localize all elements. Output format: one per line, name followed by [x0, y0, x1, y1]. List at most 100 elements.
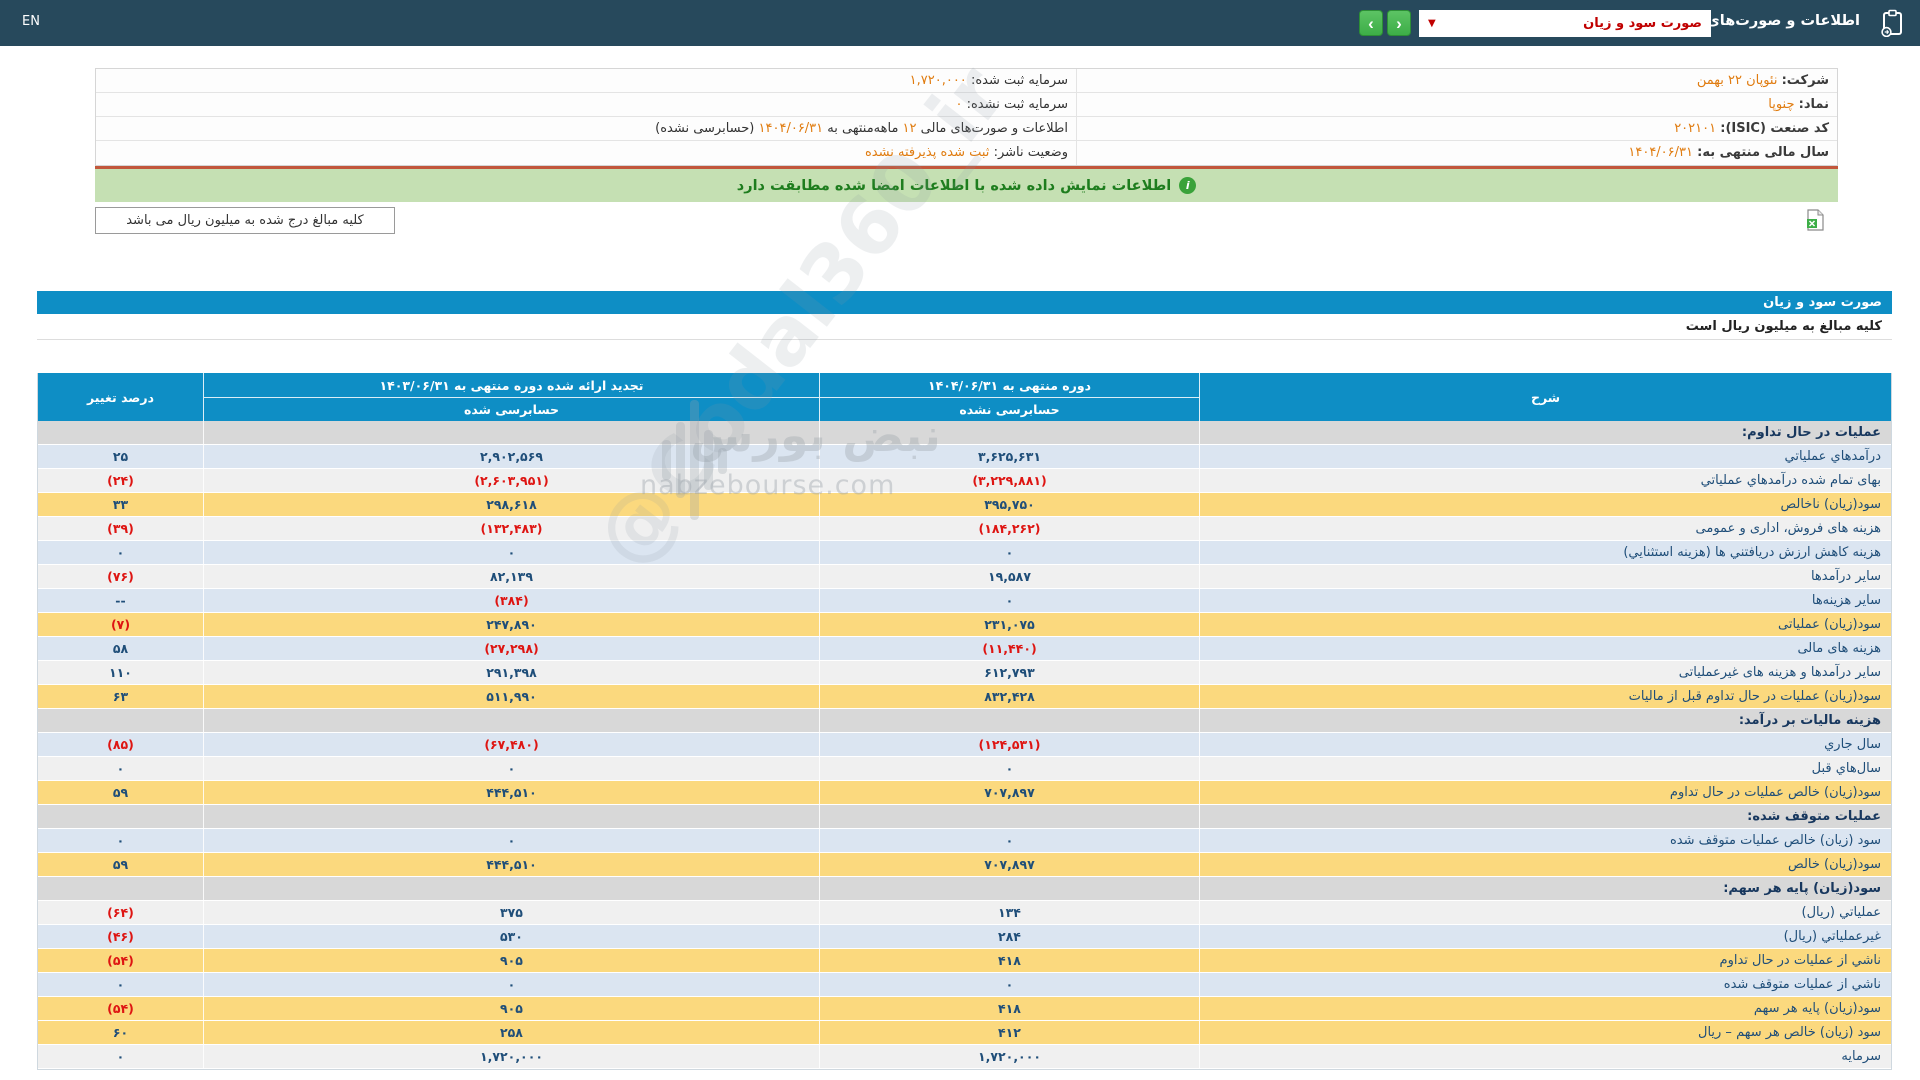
- table-row: عملیاتي (ریال)۱۳۴۳۷۵(۶۴): [38, 901, 1891, 925]
- cell-prior-period-value: ۸۲,۱۳۹: [203, 565, 819, 588]
- table-row: سود(زیان) خالص۷۰۷,۸۹۷۴۴۴,۵۱۰۵۹: [38, 853, 1891, 877]
- info-icon: i: [1179, 177, 1196, 194]
- fiscal-year-row: سال مالی منتهی به: ۱۴۰۴/۰۶/۳۱: [1076, 141, 1837, 165]
- cell-prior-period-value: [203, 421, 819, 444]
- cell-prior-period-value: ۴۴۴,۵۱۰: [203, 781, 819, 804]
- cell-current-period-value: ۰: [819, 541, 1199, 564]
- table-row: ناشي از عملیات در حال تداوم۴۱۸۹۰۵(۵۴): [38, 949, 1891, 973]
- header-description: شرح: [1199, 373, 1891, 421]
- export-excel-icon[interactable]: [1806, 209, 1824, 235]
- cell-description: سایر هزینه‌ها: [1199, 589, 1891, 612]
- cell-current-period-value: [819, 877, 1199, 900]
- table-header: شرح دوره منتهی به ۱۴۰۴/۰۶/۳۱ حسابرسی نشد…: [38, 373, 1891, 421]
- previous-statement-button[interactable]: ‹: [1387, 10, 1411, 36]
- cell-percent-change: ۶۰: [38, 1021, 203, 1044]
- cell-description: عملیاتي (ریال): [1199, 901, 1891, 924]
- table-row: سود(زیان) ناخالص۳۹۵,۷۵۰۲۹۸,۶۱۸۳۳: [38, 493, 1891, 517]
- cell-current-period-value: ۰: [819, 589, 1199, 612]
- cell-percent-change: (۳۹): [38, 517, 203, 540]
- cell-current-period-value: ۱۹,۵۸۷: [819, 565, 1199, 588]
- cell-percent-change: ۵۹: [38, 853, 203, 876]
- statement-period-label: اطلاعات و صورت‌های مالی: [921, 121, 1068, 136]
- table-row: هزینه های مالی(۱۱,۴۴۰)(۲۷,۲۹۸)۵۸: [38, 637, 1891, 661]
- statement-title-bar: صورت سود و زیان: [37, 291, 1892, 314]
- cell-prior-period-value: ۴۴۴,۵۱۰: [203, 853, 819, 876]
- table-amounts-note: کلیه مبالغ به میلیون ریال است: [37, 314, 1892, 340]
- table-row: سود(زیان) عملیات در حال تداوم قبل از مال…: [38, 685, 1891, 709]
- statement-type-dropdown-value: صورت سود و زیان: [1583, 16, 1702, 31]
- cell-description: هزینه کاهش ارزش دریافتني ها (هزینه استثن…: [1199, 541, 1891, 564]
- cell-prior-period-value: (۳۸۴): [203, 589, 819, 612]
- cell-percent-change: (۶۴): [38, 901, 203, 924]
- cell-current-period-value: ۲۳۱,۰۷۵: [819, 613, 1199, 636]
- cell-description: سود(زیان) پایه هر سهم:: [1199, 877, 1891, 900]
- ticker-symbol-row: نماد: چنوپا: [1076, 93, 1837, 117]
- table-row: سود (زیان) خالص هر سهم – ریال۴۱۲۲۵۸۶۰: [38, 1021, 1891, 1045]
- cell-percent-change: [38, 421, 203, 444]
- cell-percent-change: (۷): [38, 613, 203, 636]
- cell-current-period-value: (۳,۲۲۹,۸۸۱): [819, 469, 1199, 492]
- cell-description: عملیات در حال تداوم:: [1199, 421, 1891, 444]
- cell-prior-period-value: (۱۳۲,۴۸۳): [203, 517, 819, 540]
- top-navigation-bar: اطلاعات و صورت‌های مالی صورت سود و زیان …: [0, 0, 1920, 46]
- cell-description: هزینه مالیات بر درآمد:: [1199, 709, 1891, 732]
- cell-description: غیرعملیاتي (ریال): [1199, 925, 1891, 948]
- statement-type-dropdown[interactable]: صورت سود و زیان ▼: [1419, 10, 1711, 37]
- cell-percent-change: ۵۸: [38, 637, 203, 660]
- signature-match-notice: i اطلاعات نمایش داده شده با اطلاعات امضا…: [95, 169, 1838, 202]
- unregistered-capital-label: سرمایه ثبت نشده:: [967, 97, 1068, 112]
- next-statement-button[interactable]: ›: [1359, 10, 1383, 36]
- cell-description: بهای تمام شده درآمدهاي عملیاتي: [1199, 469, 1891, 492]
- cell-description: سایر درآمدها: [1199, 565, 1891, 588]
- cell-prior-period-value: (۲,۶۰۳,۹۵۱): [203, 469, 819, 492]
- table-row: هزینه کاهش ارزش دریافتني ها (هزینه استثن…: [38, 541, 1891, 565]
- cell-description: هزینه های مالی: [1199, 637, 1891, 660]
- cell-percent-change: (۸۵): [38, 733, 203, 756]
- cell-prior-period-value: ۲,۹۰۲,۵۶۹: [203, 445, 819, 468]
- cell-percent-change: (۵۴): [38, 997, 203, 1020]
- cell-description: هزینه های فروش، اداری و عمومی: [1199, 517, 1891, 540]
- header-percent-change: درصد تغییر: [38, 373, 203, 421]
- table-row: سایر هزینه‌ها۰(۳۸۴)--: [38, 589, 1891, 613]
- cell-description: سود(زیان) خالص: [1199, 853, 1891, 876]
- cell-percent-change: ۰: [38, 541, 203, 564]
- cell-prior-period-value: ۲۴۷,۸۹۰: [203, 613, 819, 636]
- statement-section: صورت سود و زیان کلیه مبالغ به میلیون ریا…: [37, 291, 1892, 1070]
- cell-current-period-value: (۱۱,۴۴۰): [819, 637, 1199, 660]
- table-row: سایر درآمدها و هزینه های غیرعملیاتی۶۱۲,۷…: [38, 661, 1891, 685]
- section-row: سود(زیان) پایه هر سهم:: [38, 877, 1891, 901]
- english-language-link[interactable]: EN: [22, 14, 40, 29]
- cell-prior-period-value: ۹۰۵: [203, 997, 819, 1020]
- cell-prior-period-value: [203, 709, 819, 732]
- cell-description: سال‌هاي قبل: [1199, 757, 1891, 780]
- fiscal-year-value: ۱۴۰۴/۰۶/۳۱: [1628, 145, 1693, 160]
- cell-percent-change: ۵۹: [38, 781, 203, 804]
- cell-description: سود(زیان) ناخالص: [1199, 493, 1891, 516]
- ticker-symbol-label: نماد:: [1799, 97, 1829, 112]
- company-info-panel: شرکت: نئوپان ۲۲ بهمن سرمایه ثبت شده: ۱,۷…: [95, 68, 1838, 166]
- cell-description: ناشي از عملیات متوقف شده: [1199, 973, 1891, 996]
- statement-nav-buttons: ‹ ›: [1359, 10, 1411, 36]
- cell-percent-change: ۳۳: [38, 493, 203, 516]
- cell-current-period-value: (۱۲۴,۵۳۱): [819, 733, 1199, 756]
- cell-current-period-value: [819, 709, 1199, 732]
- header-current-audit: حسابرسی نشده: [819, 397, 1199, 421]
- cell-current-period-value: (۱۸۴,۲۶۲): [819, 517, 1199, 540]
- table-row: درآمدهاي عملیاتي۳,۶۲۵,۶۳۱۲,۹۰۲,۵۶۹۲۵: [38, 445, 1891, 469]
- table-row: سال جاري(۱۲۴,۵۳۱)(۶۷,۴۸۰)(۸۵): [38, 733, 1891, 757]
- table-row: سال‌هاي قبل۰۰۰: [38, 757, 1891, 781]
- statement-period-date: ۱۴۰۴/۰۶/۳۱: [759, 121, 824, 136]
- cell-current-period-value: ۰: [819, 829, 1199, 852]
- cell-percent-change: ۰: [38, 973, 203, 996]
- cell-current-period-value: [819, 421, 1199, 444]
- page: { "topbar": { "en_label": "EN", "title":…: [0, 0, 1920, 1080]
- cell-percent-change: ۰: [38, 757, 203, 780]
- cell-description: سایر درآمدها و هزینه های غیرعملیاتی: [1199, 661, 1891, 684]
- isic-code-row: کد صنعت (ISIC): ۲۰۲۱۰۱: [1076, 117, 1837, 141]
- cell-current-period-value: ۷۰۷,۸۹۷: [819, 853, 1199, 876]
- spacer: [37, 340, 1892, 373]
- cell-description: سرمایه: [1199, 1045, 1891, 1068]
- cell-percent-change: (۷۶): [38, 565, 203, 588]
- statement-period-row: اطلاعات و صورت‌های مالی ۱۲ ماهه‌منتهی به…: [96, 117, 1076, 141]
- isic-code-label: کد صنعت (ISIC):: [1720, 121, 1829, 136]
